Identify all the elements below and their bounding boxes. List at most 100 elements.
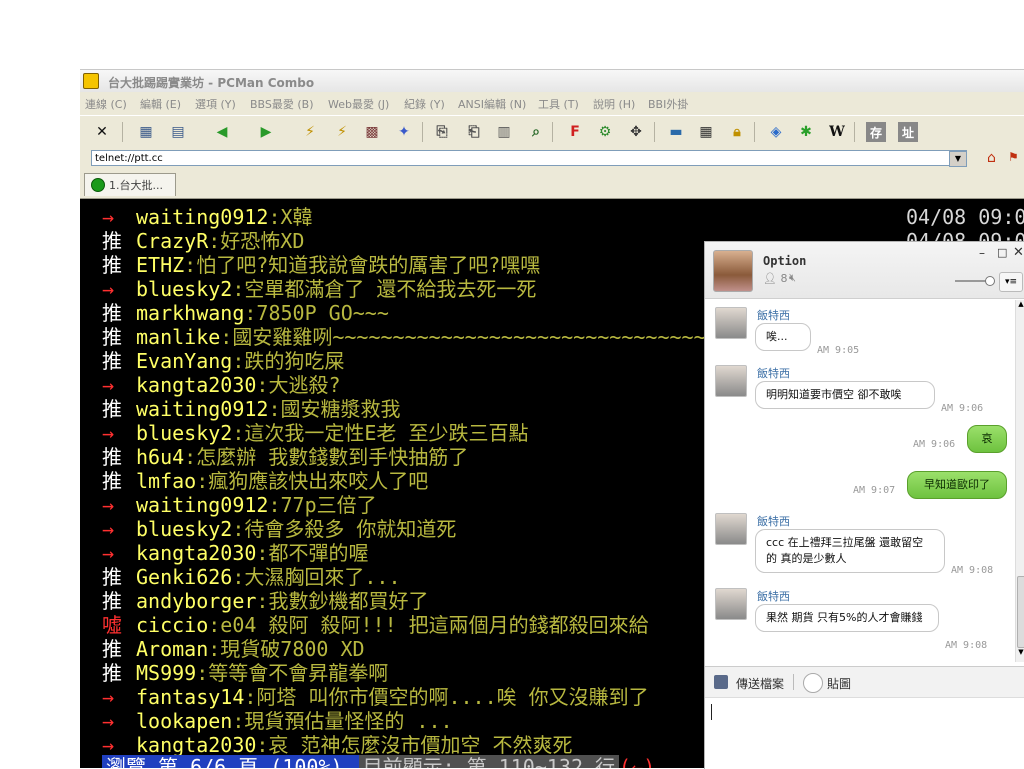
push-tag: 推 xyxy=(102,469,122,493)
menu-bbi-plugin[interactable]: BBI外掛 xyxy=(648,96,688,112)
push-tag: → xyxy=(102,421,115,445)
lock-icon[interactable]: 🔒︎ xyxy=(727,122,747,142)
address-icon[interactable]: 址 xyxy=(898,122,918,142)
push-message: :都不彈的喔 xyxy=(256,541,369,565)
push-username: lookapen xyxy=(136,709,233,733)
push-message: :7850P GO~~~ xyxy=(244,301,389,325)
new-connection-icon[interactable]: ▤ xyxy=(168,122,188,142)
tab-ptt[interactable]: 1.台大批... xyxy=(84,173,176,196)
message-time: AM 9:07 xyxy=(853,485,896,496)
send-file-button[interactable]: 傳送檔案 xyxy=(736,675,784,692)
push-comment-line: → bluesky2:待會多殺多 你就知道死 xyxy=(102,517,456,541)
address-field[interactable]: telnet://ptt.cc xyxy=(91,150,967,166)
send-file-icon[interactable] xyxy=(714,675,728,689)
reconnect-icon[interactable]: ⚡ xyxy=(300,122,320,142)
push-comment-line: 推 EvanYang:跌的狗吃屎 xyxy=(102,349,344,373)
chat-message-input[interactable] xyxy=(705,698,1024,769)
sticker-icon[interactable] xyxy=(803,673,823,693)
contact-avatar[interactable] xyxy=(715,513,747,545)
menu-help[interactable]: 說明 (H) xyxy=(593,96,635,112)
push-username: ciccio xyxy=(136,613,209,637)
back-icon[interactable]: ◀ xyxy=(212,122,232,142)
move-icon[interactable]: ✥ xyxy=(626,122,646,142)
status-segment: 目前顯示: 第 110~132 行 xyxy=(358,755,620,768)
menu-connection[interactable]: 連線 (C) xyxy=(85,96,127,112)
gear-icon[interactable]: ⚙ xyxy=(595,122,615,142)
push-message: :瘋狗應該快出來咬人了吧 xyxy=(196,469,429,493)
push-tag: → xyxy=(102,517,115,541)
contact-avatar[interactable] xyxy=(715,588,747,620)
chat-toolbar: 傳送檔案 貼圖 xyxy=(705,666,1024,698)
message-time: AM 9:06 xyxy=(941,403,984,414)
site-list-icon[interactable]: ▦ xyxy=(136,122,156,142)
menu-log[interactable]: 紀錄 (Y) xyxy=(404,96,445,112)
toolbar-separator xyxy=(552,122,553,142)
push-message: :大濕胸回來了... xyxy=(232,565,401,589)
group-avatar[interactable] xyxy=(713,250,753,292)
pin-icon[interactable]: ✦ xyxy=(394,122,414,142)
ansi-icon[interactable]: ▦ xyxy=(696,122,716,142)
push-tag: 推 xyxy=(102,565,122,589)
maximize-icon[interactable]: □ xyxy=(997,246,1007,259)
menu-edit[interactable]: 編輯 (E) xyxy=(140,96,181,112)
push-username: waiting0912 xyxy=(136,397,269,421)
close-icon[interactable]: ✕ xyxy=(1013,245,1024,260)
push-username: kangta2030 xyxy=(136,733,257,757)
message-bubble: ccc 在上禮拜三拉尾盤 還敢留空的 真的是少數人 xyxy=(755,529,945,573)
menu-options[interactable]: 選項 (Y) xyxy=(195,96,236,112)
sticker-button[interactable]: 貼圖 xyxy=(827,675,851,692)
title-bar[interactable]: 台大批踢踢實業坊 - PCMan Combo xyxy=(80,69,1024,92)
toolbar-separator xyxy=(754,122,755,142)
close-icon[interactable]: ✕ xyxy=(92,122,112,142)
push-comment-line: 推 ETHZ:怕了吧?知道我說會跌的厲害了吧?嘿嘿 xyxy=(102,253,540,277)
web-search-icon[interactable]: ◈ xyxy=(766,122,786,142)
chat-menu-button[interactable]: ▾≡ xyxy=(999,272,1023,292)
copy-ansi-icon[interactable]: ▥ xyxy=(494,122,514,142)
toolbar-separator xyxy=(854,122,855,142)
minimize-icon[interactable]: – xyxy=(979,246,985,260)
sender-name: 飯特西 xyxy=(757,309,790,322)
menu-tools[interactable]: 工具 (T) xyxy=(538,96,579,112)
push-message: :待會多殺多 你就知道死 xyxy=(232,517,457,541)
push-message: :跌的狗吃屎 xyxy=(232,349,345,373)
push-comment-line: 推 MS999:等等會不會昇龍拳啊 xyxy=(102,661,388,685)
wikipedia-icon[interactable]: W xyxy=(827,122,847,142)
chat-header[interactable]: Option 👤︎ 8 🔇︎ – □ ✕ ▾≡ xyxy=(705,242,1024,299)
scroll-down-icon[interactable]: ▼ xyxy=(1016,648,1024,662)
contact-avatar[interactable] xyxy=(715,365,747,397)
stop-icon[interactable]: ▩ xyxy=(362,122,382,142)
paste-icon[interactable]: ⎗ xyxy=(464,122,484,142)
mute-icon[interactable]: 🔇︎ xyxy=(789,271,796,285)
toolbar-separator xyxy=(422,122,423,142)
home-icon[interactable]: ⌂ xyxy=(987,150,1003,166)
push-message: :阿塔 叫你市價空的啊....唉 你又沒賺到了 xyxy=(244,685,649,709)
push-message: :e04 殺阿 殺阿!!! 把這兩個月的錢都殺回來給 xyxy=(208,613,649,637)
copy-icon[interactable]: ⎘ xyxy=(432,122,452,142)
slider-knob[interactable] xyxy=(985,276,995,286)
chat-messages: 飯特西 唉... AM 9:05 飯特西 明明知道要市價空 卻不敢唉 AM 9:06 哀 AM… xyxy=(705,299,1013,665)
font-icon[interactable]: F xyxy=(565,122,585,142)
push-username: EvanYang xyxy=(136,349,233,373)
forward-icon[interactable]: ▶ xyxy=(256,122,276,142)
menu-ansi-edit[interactable]: ANSI編輯 (N) xyxy=(458,96,526,112)
toolbar: ✕ ▦ ▤ ◀ ▶ ⚡ ⚡ ▩ ✦ ⎘ ⎗ ▥ ⌕ F ⚙ ✥ ▬ ▦ 🔒︎ ◈… xyxy=(80,115,1024,149)
menu-bbs-favorites[interactable]: BBS最愛 (B) xyxy=(250,96,314,112)
push-username: waiting0912 xyxy=(136,493,269,517)
save-icon[interactable]: 存 xyxy=(866,122,886,142)
scroll-up-icon[interactable]: ▲ xyxy=(1016,300,1024,314)
scroll-thumb[interactable] xyxy=(1017,576,1024,648)
contact-avatar[interactable] xyxy=(715,307,747,339)
volume-slider[interactable] xyxy=(955,276,995,286)
flower-icon[interactable]: ✱ xyxy=(796,122,816,142)
disconnect-icon[interactable]: ⚡ xyxy=(332,122,352,142)
menu-web-favorites[interactable]: Web最愛 (J) xyxy=(328,96,389,112)
search-icon[interactable]: ⌕ xyxy=(526,122,546,142)
push-username: fantasy14 xyxy=(136,685,245,709)
push-comment-line: 推 CrazyR:好恐怖XD xyxy=(102,229,304,253)
push-tag: → xyxy=(102,493,115,517)
push-tag: 推 xyxy=(102,253,122,277)
chevron-down-icon[interactable]: ▼ xyxy=(949,151,967,167)
screen-icon[interactable]: ▬ xyxy=(666,122,686,142)
more-icon[interactable]: ⚑ xyxy=(1008,150,1024,166)
chat-scrollbar[interactable]: ▲ ▼ xyxy=(1015,300,1024,662)
